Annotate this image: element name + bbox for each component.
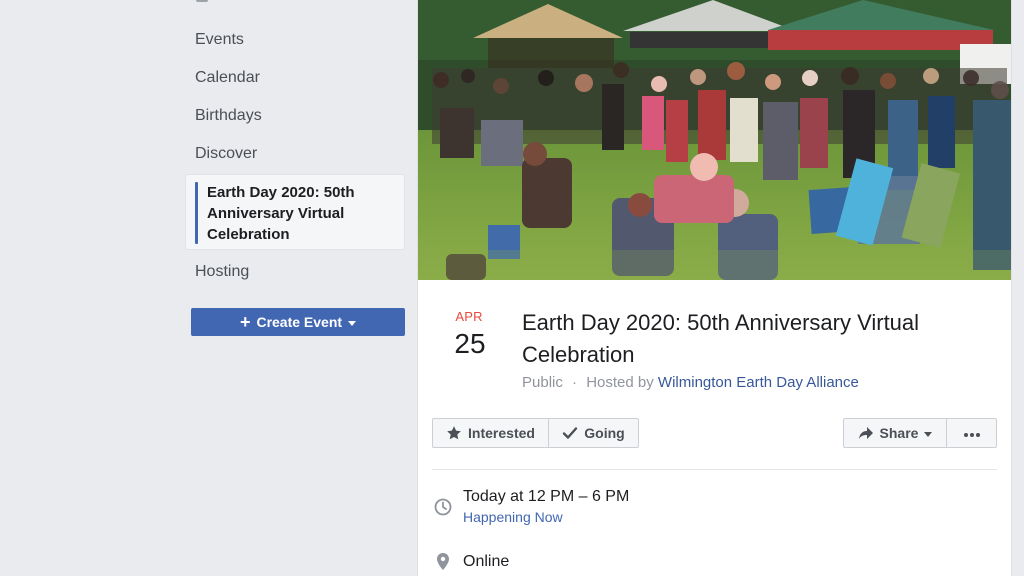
location-pin-icon	[434, 553, 452, 571]
event-card: APR 25 Earth Day 2020: 50th Anniversary …	[418, 0, 1011, 576]
event-title: Earth Day 2020: 50th Anniversary Virtual…	[522, 310, 920, 367]
more-options-button[interactable]	[946, 418, 997, 448]
sidebar-item-events[interactable]: Events	[195, 31, 244, 49]
sidebar-item-hosting[interactable]: Hosting	[195, 263, 249, 281]
share-label: Share	[879, 425, 919, 441]
sidebar-item-current-event-label: Earth Day 2020: 50th Anniversary Virtual…	[207, 184, 355, 243]
event-time: Today at 12 PM – 6 PM	[463, 488, 630, 505]
sidebar-item-current-event[interactable]: Earth Day 2020: 50th Anniversary Virtual…	[186, 175, 404, 249]
festival-photo-illustration	[418, 0, 1011, 280]
section-divider	[432, 469, 997, 470]
events-sidebar: Events Calendar Birthdays Discover Earth…	[0, 0, 418, 576]
sidebar-item-birthdays[interactable]: Birthdays	[195, 107, 262, 125]
interested-button[interactable]: Interested	[432, 418, 549, 448]
sidebar-item-discover[interactable]: Discover	[195, 145, 257, 163]
calendar-icon	[196, 0, 208, 2]
meta-separator: ·	[572, 374, 578, 391]
going-button[interactable]: Going	[548, 418, 639, 448]
more-icon	[963, 425, 981, 441]
going-label: Going	[584, 425, 625, 441]
check-icon	[562, 425, 578, 441]
hosted-by-label: Hosted by	[586, 374, 654, 391]
event-status[interactable]: Happening Now	[463, 509, 563, 525]
event-host-link[interactable]: Wilmington Earth Day Alliance	[658, 374, 859, 391]
event-privacy: Public	[522, 374, 563, 391]
event-location: Online	[463, 553, 510, 570]
event-cover-photo	[418, 0, 1011, 280]
event-meta: Public · Hosted by Wilmington Earth Day …	[522, 374, 859, 391]
sidebar-item-calendar[interactable]: Calendar	[195, 69, 260, 87]
create-event-button[interactable]: + Create Event	[191, 308, 405, 336]
interested-label: Interested	[468, 425, 535, 441]
star-icon	[446, 425, 462, 441]
plus-icon: +	[239, 312, 251, 332]
share-button[interactable]: Share	[843, 418, 947, 448]
clock-icon	[434, 498, 452, 516]
event-date-month: APR	[455, 309, 483, 324]
chevron-down-icon	[348, 320, 357, 326]
event-date-day: 25	[454, 328, 486, 359]
create-event-label: Create Event	[256, 314, 343, 330]
share-icon	[858, 425, 874, 441]
chevron-down-icon	[924, 431, 933, 437]
